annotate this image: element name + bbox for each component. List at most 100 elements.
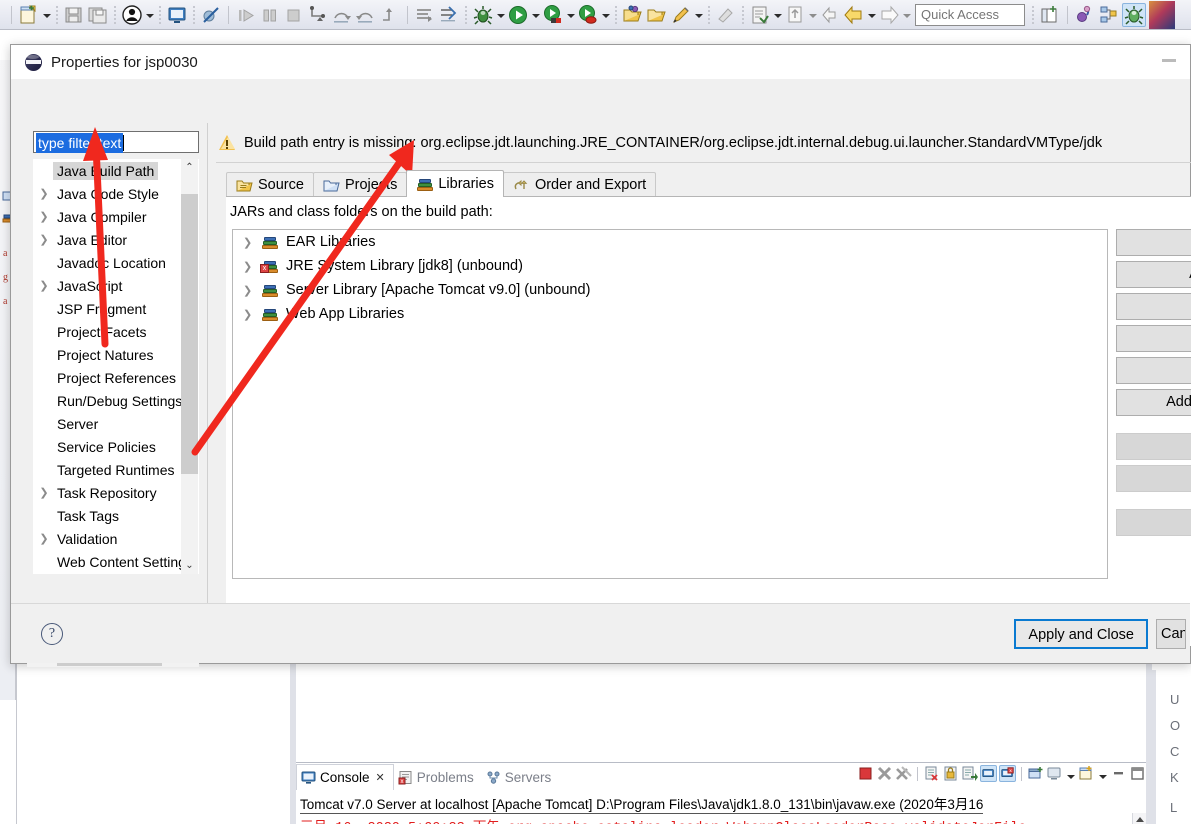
- open-console-error-icon[interactable]: x: [999, 765, 1016, 782]
- chevron-right-icon[interactable]: ❯: [243, 308, 261, 321]
- tree-item-web-content-settings[interactable]: Web Content Settings: [33, 550, 199, 573]
- button-add-external-jars[interactable]: Add External JARs...: [1116, 261, 1191, 288]
- skip-breakpoints-button[interactable]: [200, 3, 222, 27]
- button-add-jars[interactable]: Add JARs...: [1116, 229, 1191, 256]
- edit-button[interactable]: [670, 3, 692, 27]
- run-as-server-button[interactable]: [542, 3, 564, 27]
- quick-access-input[interactable]: [915, 3, 1025, 26]
- back-button[interactable]: [843, 3, 865, 27]
- tab-projects[interactable]: Projects: [312, 172, 408, 197]
- toggle-presentation-button[interactable]: [414, 3, 436, 27]
- suspend-button[interactable]: [259, 3, 281, 27]
- tree-item-web-page-editor[interactable]: Web Page Editor: [33, 573, 199, 574]
- console-output[interactable]: 三月 16, 2020 5:09:23 下午 org.apache.catali…: [300, 815, 1146, 824]
- apply-and-close-button[interactable]: Apply and Close: [1014, 619, 1148, 649]
- search-button[interactable]: [715, 3, 737, 27]
- minimize-icon[interactable]: [1162, 59, 1176, 62]
- tree-item-java-code-style[interactable]: ❯ Java Code Style: [33, 182, 199, 205]
- chevron-right-icon[interactable]: ❯: [35, 532, 53, 545]
- tree-item-java-compiler[interactable]: ❯ Java Compiler: [33, 205, 199, 228]
- new-task-button[interactable]: [749, 3, 771, 27]
- right-fast-view-rail[interactable]: U O C K L: [1150, 670, 1191, 824]
- scroll-up-icon[interactable]: [1136, 817, 1144, 822]
- chevron-right-icon[interactable]: ❯: [35, 187, 53, 200]
- button-add-library[interactable]: Add Library...: [1116, 325, 1191, 352]
- remove-launch-icon[interactable]: [876, 765, 893, 782]
- java-ee-perspective-button[interactable]: [1074, 3, 1096, 27]
- back-dropdown-arrow[interactable]: [867, 4, 877, 26]
- forward-button[interactable]: [878, 3, 900, 27]
- run-as-server-dropdown-arrow[interactable]: [566, 4, 576, 26]
- run-last-tool-button[interactable]: [438, 3, 460, 27]
- chevron-right-icon[interactable]: ❯: [35, 233, 53, 246]
- cancel-button[interactable]: Cancel: [1156, 619, 1186, 649]
- scroll-down-icon[interactable]: ⌄: [181, 557, 198, 574]
- tree-item-jsp-fragment[interactable]: JSP Fragment: [33, 297, 199, 320]
- tree-item-project-natures[interactable]: Project Natures: [33, 343, 199, 366]
- scrollbar-thumb[interactable]: [181, 194, 198, 474]
- library-row[interactable]: ❯ Server Library [Apache Tomcat v9.0] (un…: [233, 278, 1107, 302]
- terminate-icon[interactable]: [857, 765, 874, 782]
- libraries-list[interactable]: ❯ EAR Libraries ❯ x JRE System Library [jdk8…: [232, 229, 1108, 579]
- debug-button[interactable]: [472, 3, 494, 27]
- chevron-right-icon[interactable]: ❯: [243, 284, 261, 297]
- user-avatar[interactable]: [1149, 0, 1175, 29]
- user-button[interactable]: [121, 3, 143, 27]
- display-console-icon[interactable]: [1046, 765, 1063, 782]
- open-console-button[interactable]: [166, 3, 188, 27]
- edit-dropdown-arrow[interactable]: [694, 4, 704, 26]
- filter-input[interactable]: type filter text: [33, 131, 199, 153]
- new-file-dropdown-arrow[interactable]: [42, 4, 52, 26]
- chevron-right-icon[interactable]: ❯: [243, 236, 261, 249]
- pin-console-icon[interactable]: [961, 765, 978, 782]
- console-scrollbar[interactable]: [1132, 813, 1146, 824]
- display-selected-console-icon[interactable]: [980, 765, 997, 782]
- tree-item-java-build-path[interactable]: Java Build Path: [33, 159, 199, 182]
- open-resource-button[interactable]: [646, 3, 668, 27]
- clear-console-icon[interactable]: [923, 765, 940, 782]
- library-row[interactable]: ❯ x JRE System Library [jdk8] (unbound): [233, 254, 1107, 278]
- chevron-right-icon[interactable]: ❯: [35, 279, 53, 292]
- tab-libraries[interactable]: Libraries: [406, 170, 504, 197]
- debug-dropdown-arrow[interactable]: [496, 4, 506, 26]
- dialog-title-bar[interactable]: Properties for jsp0030: [11, 45, 1190, 79]
- tree-item-task-tags[interactable]: Task Tags: [33, 504, 199, 527]
- back-to-button[interactable]: [819, 3, 841, 27]
- resume-button[interactable]: [235, 3, 257, 27]
- library-row[interactable]: ❯ EAR Libraries: [233, 230, 1107, 254]
- chevron-right-icon[interactable]: ❯: [243, 260, 261, 273]
- button-add-external-class-folder[interactable]: Add External Class Folder...: [1116, 389, 1191, 416]
- tree-item-javadoc-location[interactable]: Javadoc Location: [33, 251, 199, 274]
- run-dropdown-arrow[interactable]: [531, 4, 541, 26]
- chevron-right-icon[interactable]: ❯: [35, 210, 53, 223]
- chevron-right-icon[interactable]: ❯: [35, 486, 53, 499]
- open-console-icon[interactable]: [1078, 765, 1095, 782]
- dropdown-arrow[interactable]: [1098, 765, 1108, 782]
- previous-annotation-button[interactable]: [784, 3, 806, 27]
- run-button[interactable]: [507, 3, 529, 27]
- tree-item-service-policies[interactable]: Service Policies: [33, 435, 199, 458]
- new-console-view-icon[interactable]: [1027, 765, 1044, 782]
- user-dropdown-arrow[interactable]: [145, 4, 155, 26]
- scroll-up-icon[interactable]: ⌃: [181, 159, 198, 176]
- library-row[interactable]: ❯ Web App Libraries: [233, 302, 1107, 326]
- step-over-button[interactable]: [331, 3, 353, 27]
- close-icon[interactable]: ✕: [376, 771, 385, 784]
- tree-item-project-facets[interactable]: Project Facets: [33, 320, 199, 343]
- debug-perspective-button[interactable]: [1122, 2, 1146, 27]
- tree-item-run-debug-settings[interactable]: Run/Debug Settings: [33, 389, 199, 412]
- tree-item-server[interactable]: Server: [33, 412, 199, 435]
- help-icon[interactable]: ?: [41, 623, 63, 645]
- open-type-button[interactable]: [622, 3, 644, 27]
- tree-item-targeted-runtimes[interactable]: Targeted Runtimes: [33, 458, 199, 481]
- java-perspective-button[interactable]: [1098, 3, 1120, 27]
- maximize-icon[interactable]: [1129, 765, 1146, 782]
- tab-console[interactable]: Console ✕: [296, 764, 394, 790]
- tree-item-java-editor[interactable]: ❯ Java Editor: [33, 228, 199, 251]
- tree-vertical-scrollbar[interactable]: ⌃ ⌄: [181, 159, 198, 574]
- button-add-class-folder[interactable]: Add Class Folder...: [1116, 357, 1191, 384]
- tree-item-task-repository[interactable]: ❯ Task Repository: [33, 481, 199, 504]
- tab-source[interactable]: Source: [226, 172, 314, 197]
- tree-item-validation[interactable]: ❯ Validation: [33, 527, 199, 550]
- open-perspective-button[interactable]: [1039, 3, 1061, 27]
